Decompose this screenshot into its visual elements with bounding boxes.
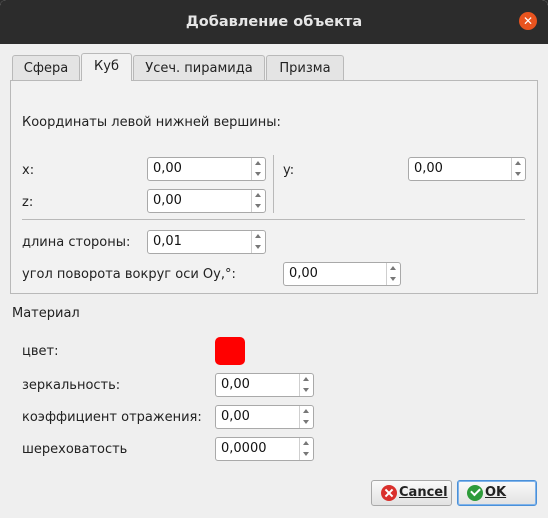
rotation-spinbox[interactable]: 0,00 (283, 262, 401, 286)
cancel-icon (381, 485, 397, 501)
roughness-value: 0,0000 (221, 441, 267, 456)
tab-sphere[interactable]: Сфера (12, 55, 80, 81)
rotation-label: угол поворота вокруг оси Oy,°: (22, 267, 236, 282)
reflection-value: 0,00 (221, 409, 250, 424)
tab-truncated-pyramid[interactable]: Усеч. пирамида (133, 55, 265, 81)
chevron-up-icon[interactable] (252, 190, 265, 201)
close-icon: ✕ (522, 14, 534, 28)
side-length-label: длина стороны: (22, 235, 131, 250)
coords-heading: Координаты левой нижней вершины: (22, 115, 281, 130)
color-label: цвет: (22, 344, 59, 359)
window-title: Добавление объекта (185, 14, 363, 30)
chevron-down-icon[interactable] (512, 169, 525, 180)
chevron-up-icon[interactable] (252, 158, 265, 169)
dialog-window: Добавление объекта ✕ Сфера Куб Усеч. пир… (0, 0, 548, 518)
reflection-label: коэффициент отражения: (22, 410, 202, 425)
chevron-up-icon[interactable] (387, 263, 400, 274)
tab-cube[interactable]: Куб (81, 53, 132, 81)
ok-icon (467, 485, 483, 501)
color-swatch-button[interactable] (215, 337, 245, 365)
chevron-up-icon[interactable] (300, 438, 313, 449)
title-bar: Добавление объекта ✕ (0, 0, 548, 44)
y-value: 0,00 (414, 161, 443, 176)
chevron-up-icon[interactable] (252, 231, 265, 242)
z-spinbox[interactable]: 0,00 (147, 189, 266, 213)
z-label: z: (22, 195, 34, 210)
chevron-down-icon[interactable] (300, 449, 313, 460)
x-label: x: (22, 163, 35, 178)
y-spinbox[interactable]: 0,00 (408, 157, 526, 181)
column-divider (273, 155, 274, 213)
chevron-down-icon[interactable] (387, 274, 400, 285)
cube-panel (10, 80, 538, 294)
chevron-up-icon[interactable] (300, 374, 313, 385)
chevron-down-icon[interactable] (252, 242, 265, 253)
roughness-label: шереховатость (22, 442, 128, 457)
x-spinbox[interactable]: 0,00 (147, 157, 266, 181)
chevron-up-icon[interactable] (512, 158, 525, 169)
tab-prism[interactable]: Призма (266, 55, 344, 81)
specular-label: зеркальность: (22, 378, 121, 393)
section-divider (22, 219, 525, 220)
specular-value: 0,00 (221, 377, 250, 392)
rotation-value: 0,00 (289, 266, 318, 281)
ok-button-label: OK (485, 485, 507, 500)
ok-button[interactable]: OK (457, 480, 537, 506)
side-length-value: 0,01 (153, 234, 182, 249)
cancel-button[interactable]: Cancel (371, 480, 452, 506)
material-heading: Материал (12, 306, 80, 321)
chevron-down-icon[interactable] (252, 169, 265, 180)
cancel-button-label: Cancel (399, 485, 448, 500)
chevron-up-icon[interactable] (300, 406, 313, 417)
chevron-down-icon[interactable] (300, 385, 313, 396)
side-length-spinbox[interactable]: 0,01 (147, 230, 266, 254)
reflection-spinbox[interactable]: 0,00 (215, 405, 314, 429)
close-button[interactable]: ✕ (519, 12, 537, 30)
z-value: 0,00 (153, 193, 182, 208)
chevron-down-icon[interactable] (252, 201, 265, 212)
chevron-down-icon[interactable] (300, 417, 313, 428)
x-value: 0,00 (153, 161, 182, 176)
roughness-spinbox[interactable]: 0,0000 (215, 437, 314, 461)
y-label: y: (283, 163, 295, 178)
specular-spinbox[interactable]: 0,00 (215, 373, 314, 397)
